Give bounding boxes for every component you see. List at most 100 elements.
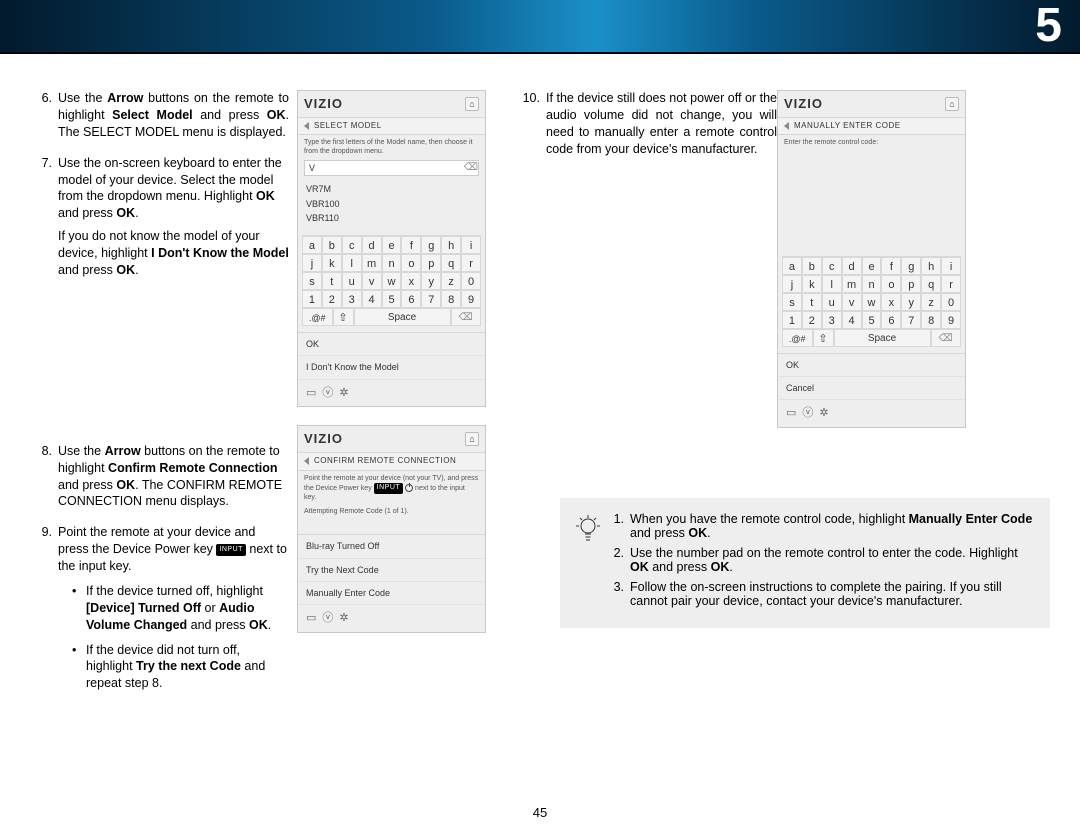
key-f[interactable]: f — [401, 236, 421, 254]
key-u[interactable]: u — [822, 293, 842, 311]
key-3[interactable]: 3 — [822, 311, 842, 329]
key-s[interactable]: s — [782, 293, 802, 311]
try-next-code-button[interactable]: Try the Next Code — [298, 559, 485, 582]
key-z[interactable]: z — [921, 293, 941, 311]
key-6[interactable]: 6 — [881, 311, 901, 329]
key-d[interactable]: d — [362, 236, 382, 254]
key-p[interactable]: p — [901, 275, 921, 293]
wide-icon[interactable]: ▭ — [786, 407, 798, 419]
key-t[interactable]: t — [802, 293, 822, 311]
key-q[interactable]: q — [921, 275, 941, 293]
key-space[interactable]: Space — [354, 308, 451, 326]
key-j[interactable]: j — [302, 254, 322, 272]
key-2[interactable]: 2 — [322, 290, 342, 308]
ok-button[interactable]: OK — [778, 354, 965, 377]
key-symbols[interactable]: .@# — [782, 329, 813, 347]
key-v[interactable]: v — [362, 272, 382, 290]
key-s[interactable]: s — [302, 272, 322, 290]
key-backspace[interactable]: ⌫ — [931, 329, 962, 347]
key-shift[interactable]: ⇧ — [333, 308, 354, 326]
key-1[interactable]: 1 — [782, 311, 802, 329]
wide-icon[interactable]: ▭ — [306, 387, 318, 399]
model-input[interactable]: V ⌫ — [304, 160, 479, 176]
key-space[interactable]: Space — [834, 329, 931, 347]
key-l[interactable]: l — [342, 254, 362, 272]
key-e[interactable]: e — [862, 257, 882, 275]
home-icon[interactable]: ⌂ — [945, 97, 959, 111]
back-icon[interactable] — [304, 457, 309, 465]
key-v[interactable]: v — [842, 293, 862, 311]
key-j[interactable]: j — [782, 275, 802, 293]
key-g[interactable]: g — [421, 236, 441, 254]
sleep-icon[interactable]: ✲ — [819, 407, 830, 419]
key-y[interactable]: y — [421, 272, 441, 290]
sleep-icon[interactable]: ✲ — [339, 387, 350, 399]
key-c[interactable]: c — [822, 257, 842, 275]
cc-icon[interactable]: ⓥ — [322, 387, 335, 399]
cancel-button[interactable]: Cancel — [778, 377, 965, 400]
key-t[interactable]: t — [322, 272, 342, 290]
key-r[interactable]: r — [461, 254, 481, 272]
key-i[interactable]: i — [941, 257, 961, 275]
key-q[interactable]: q — [441, 254, 461, 272]
key-7[interactable]: 7 — [421, 290, 441, 308]
key-n[interactable]: n — [862, 275, 882, 293]
key-2[interactable]: 2 — [802, 311, 822, 329]
key-a[interactable]: a — [302, 236, 322, 254]
key-h[interactable]: h — [921, 257, 941, 275]
backspace-icon[interactable]: ⌫ — [462, 161, 480, 175]
list-item[interactable]: VBR110 — [306, 211, 477, 225]
key-e[interactable]: e — [382, 236, 402, 254]
key-k[interactable]: k — [802, 275, 822, 293]
key-g[interactable]: g — [901, 257, 921, 275]
key-1[interactable]: 1 — [302, 290, 322, 308]
key-b[interactable]: b — [802, 257, 822, 275]
cc-icon[interactable]: ⓥ — [322, 612, 335, 624]
key-0[interactable]: 0 — [941, 293, 961, 311]
cc-icon[interactable]: ⓥ — [802, 407, 815, 419]
back-icon[interactable] — [304, 122, 309, 130]
key-p[interactable]: p — [421, 254, 441, 272]
sleep-icon[interactable]: ✲ — [339, 612, 350, 624]
key-b[interactable]: b — [322, 236, 342, 254]
key-9[interactable]: 9 — [941, 311, 961, 329]
home-icon[interactable]: ⌂ — [465, 432, 479, 446]
key-8[interactable]: 8 — [921, 311, 941, 329]
key-5[interactable]: 5 — [382, 290, 402, 308]
key-3[interactable]: 3 — [342, 290, 362, 308]
key-9[interactable]: 9 — [461, 290, 481, 308]
key-x[interactable]: x — [881, 293, 901, 311]
key-h[interactable]: h — [441, 236, 461, 254]
key-a[interactable]: a — [782, 257, 802, 275]
key-w[interactable]: w — [862, 293, 882, 311]
key-y[interactable]: y — [901, 293, 921, 311]
back-icon[interactable] — [784, 122, 789, 130]
key-8[interactable]: 8 — [441, 290, 461, 308]
ok-button[interactable]: OK — [298, 333, 485, 356]
key-m[interactable]: m — [842, 275, 862, 293]
key-symbols[interactable]: .@# — [302, 308, 333, 326]
model-dropdown[interactable]: VR7M VBR100 VBR110 — [298, 180, 485, 231]
dont-know-model-button[interactable]: I Don't Know the Model — [298, 356, 485, 379]
device-off-button[interactable]: Blu-ray Turned Off — [298, 535, 485, 558]
key-o[interactable]: o — [881, 275, 901, 293]
key-k[interactable]: k — [322, 254, 342, 272]
key-n[interactable]: n — [382, 254, 402, 272]
key-4[interactable]: 4 — [842, 311, 862, 329]
key-i[interactable]: i — [461, 236, 481, 254]
key-d[interactable]: d — [842, 257, 862, 275]
key-u[interactable]: u — [342, 272, 362, 290]
key-c[interactable]: c — [342, 236, 362, 254]
key-6[interactable]: 6 — [401, 290, 421, 308]
key-o[interactable]: o — [401, 254, 421, 272]
key-z[interactable]: z — [441, 272, 461, 290]
key-backspace[interactable]: ⌫ — [451, 308, 482, 326]
key-x[interactable]: x — [401, 272, 421, 290]
onscreen-keyboard[interactable]: abcdefghijklmnopqrstuvwxyz0123456789.@#⇧… — [782, 256, 961, 347]
key-f[interactable]: f — [881, 257, 901, 275]
list-item[interactable]: VBR100 — [306, 197, 477, 211]
list-item[interactable]: VR7M — [306, 182, 477, 196]
key-5[interactable]: 5 — [862, 311, 882, 329]
wide-icon[interactable]: ▭ — [306, 612, 318, 624]
key-shift[interactable]: ⇧ — [813, 329, 834, 347]
